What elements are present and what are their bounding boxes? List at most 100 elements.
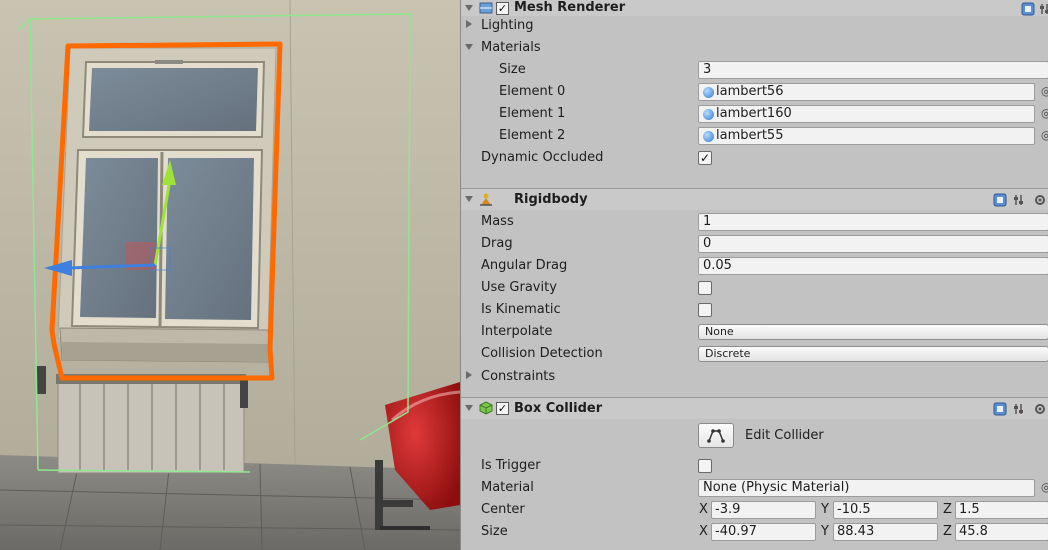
presets-icon[interactable] xyxy=(1013,402,1027,416)
use-gravity-label: Use Gravity xyxy=(481,280,557,295)
mesh-renderer-enabled-checkbox[interactable]: ✓ xyxy=(496,2,509,15)
size-z-input[interactable]: 45.8 xyxy=(955,523,1048,541)
mass-label: Mass xyxy=(481,214,514,229)
use-gravity-checkbox[interactable] xyxy=(698,281,712,295)
mass-row: Mass 1 xyxy=(461,211,1048,233)
center-x-input[interactable]: -3.9 xyxy=(711,501,816,519)
angular-drag-input[interactable]: 0.05 xyxy=(698,257,1048,275)
physic-material-field[interactable]: None (Physic Material) xyxy=(698,479,1035,497)
angular-drag-label: Angular Drag xyxy=(481,258,568,273)
lighting-label: Lighting xyxy=(481,18,534,33)
is-kinematic-label: Is Kinematic xyxy=(481,302,561,317)
mesh-renderer-header[interactable]: ✓ Mesh Renderer xyxy=(461,0,1048,16)
center-y-input[interactable]: -10.5 xyxy=(833,501,938,519)
size-label: Size xyxy=(481,524,508,539)
collision-detection-row: Collision Detection Discrete xyxy=(461,343,1048,365)
size-z-label: Z xyxy=(943,524,952,539)
physic-material-label: Material xyxy=(481,480,534,495)
material-element-field[interactable]: lambert56 xyxy=(698,83,1035,101)
size-x-label: X xyxy=(699,524,708,539)
dynamic-occluded-checkbox[interactable]: ✓ xyxy=(698,151,712,165)
box-collider-enabled-checkbox[interactable]: ✓ xyxy=(496,402,509,415)
materials-size-label: Size xyxy=(499,62,526,77)
interpolate-label: Interpolate xyxy=(481,324,553,339)
lighting-foldout-row[interactable]: Lighting xyxy=(461,15,1048,37)
edit-collider-button[interactable] xyxy=(698,423,734,448)
material-icon xyxy=(703,86,714,98)
material-element-row: Element 2 lambert55 ◎ xyxy=(461,125,1048,147)
size-x-input[interactable]: -40.97 xyxy=(711,523,816,541)
is-trigger-row: Is Trigger xyxy=(461,455,1048,477)
material-element-label: Element 0 xyxy=(499,84,566,99)
size-row: Size X -40.97 Y 88.43 Z 45.8 xyxy=(461,521,1048,543)
angular-drag-row: Angular Drag 0.05 xyxy=(461,255,1048,277)
help-book-icon[interactable] xyxy=(993,402,1007,416)
size-y-label: Y xyxy=(821,524,829,539)
interpolate-row: Interpolate None xyxy=(461,321,1048,343)
center-z-input[interactable]: 1.5 xyxy=(955,501,1048,519)
gear-icon[interactable] xyxy=(1033,402,1047,416)
material-element-value: lambert160 xyxy=(716,106,792,121)
radiator xyxy=(36,366,248,474)
box-collider-header[interactable]: ✓ Box Collider xyxy=(461,397,1048,419)
box-collider-icon xyxy=(479,401,493,415)
box-collider-title: Box Collider xyxy=(514,401,603,416)
mass-input[interactable]: 1 xyxy=(698,213,1048,231)
dynamic-occluded-label: Dynamic Occluded xyxy=(481,150,604,165)
mesh-renderer-title: Mesh Renderer xyxy=(514,0,626,15)
help-book-icon[interactable] xyxy=(993,193,1007,207)
constraints-foldout-row[interactable]: Constraints xyxy=(461,366,1048,388)
material-element-row: Element 1 lambert160 ◎ xyxy=(461,103,1048,125)
use-gravity-row: Use Gravity xyxy=(461,277,1048,299)
is-kinematic-row: Is Kinematic xyxy=(461,299,1048,321)
constraints-foldout-arrow[interactable] xyxy=(466,371,472,379)
material-icon xyxy=(703,108,714,120)
interpolate-dropdown[interactable]: None xyxy=(698,324,1048,340)
box-collider-foldout[interactable] xyxy=(465,405,473,411)
gear-icon[interactable] xyxy=(1033,193,1047,207)
presets-icon[interactable] xyxy=(1013,193,1027,207)
size-y-input[interactable]: 88.43 xyxy=(833,523,938,541)
center-label: Center xyxy=(481,502,525,517)
object-picker-icon[interactable]: ◎ xyxy=(1041,85,1048,97)
object-picker-icon[interactable]: ◎ xyxy=(1041,481,1048,493)
material-element-label: Element 1 xyxy=(499,106,566,121)
materials-foldout-arrow[interactable] xyxy=(465,44,473,50)
collision-detection-value: Discrete xyxy=(705,347,751,360)
drag-input[interactable]: 0 xyxy=(698,235,1048,253)
edit-collider-icon xyxy=(707,429,725,443)
is-trigger-checkbox[interactable] xyxy=(698,459,712,473)
drag-row: Drag 0 xyxy=(461,233,1048,255)
presets-icon[interactable] xyxy=(1039,2,1048,16)
center-z-label: Z xyxy=(943,502,952,517)
scene-view[interactable] xyxy=(0,0,460,550)
center-row: Center X -3.9 Y -10.5 Z 1.5 xyxy=(461,499,1048,521)
rigidbody-title: Rigidbody xyxy=(514,192,588,207)
object-picker-icon[interactable]: ◎ xyxy=(1041,129,1048,141)
mesh-renderer-foldout[interactable] xyxy=(465,5,473,11)
materials-size-row: Size 3 xyxy=(461,59,1048,81)
materials-foldout-row[interactable]: Materials xyxy=(461,37,1048,59)
materials-label: Materials xyxy=(481,40,541,55)
scene-canvas[interactable] xyxy=(0,0,460,550)
materials-size-input[interactable]: 3 xyxy=(698,61,1048,79)
collision-detection-dropdown[interactable]: Discrete xyxy=(698,346,1048,362)
physic-material-row: Material None (Physic Material) ◎ xyxy=(461,477,1048,499)
is-kinematic-checkbox[interactable] xyxy=(698,303,712,317)
drag-label: Drag xyxy=(481,236,513,251)
material-element-field[interactable]: lambert55 xyxy=(698,127,1035,145)
center-y-label: Y xyxy=(821,502,829,517)
rigidbody-foldout[interactable] xyxy=(465,196,473,202)
dynamic-occluded-row: Dynamic Occluded ✓ xyxy=(461,147,1048,169)
material-element-label: Element 2 xyxy=(499,128,566,143)
material-element-field[interactable]: lambert160 xyxy=(698,105,1035,123)
is-trigger-label: Is Trigger xyxy=(481,458,541,473)
center-x-label: X xyxy=(699,502,708,517)
object-picker-icon[interactable]: ◎ xyxy=(1041,107,1048,119)
rigidbody-header[interactable]: Rigidbody xyxy=(461,188,1048,210)
help-book-icon[interactable] xyxy=(1021,2,1035,16)
material-element-value: lambert56 xyxy=(716,84,784,99)
material-element-value: lambert55 xyxy=(716,128,784,143)
edit-collider-label: Edit Collider xyxy=(745,428,824,443)
lighting-foldout-arrow[interactable] xyxy=(466,20,472,28)
